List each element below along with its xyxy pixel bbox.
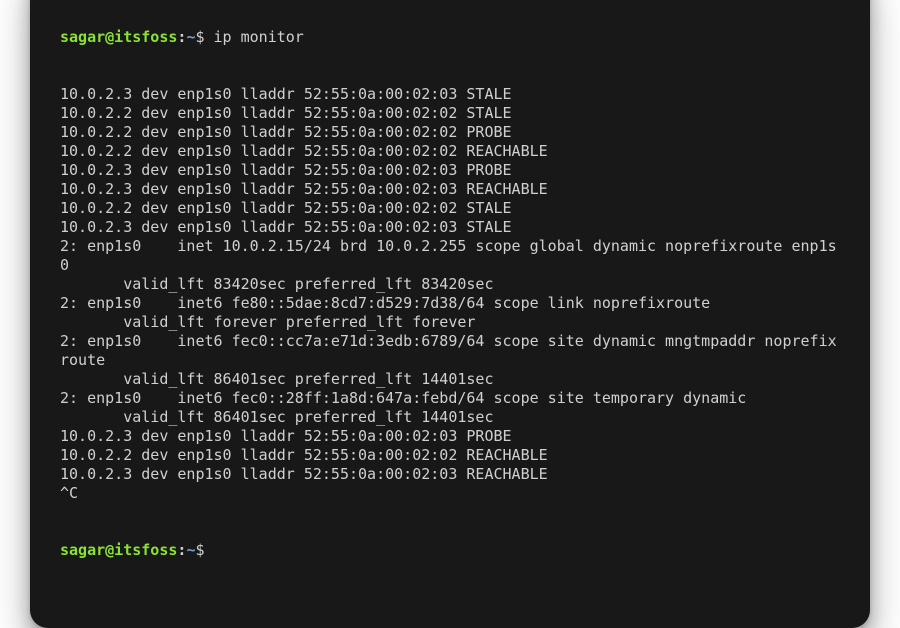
terminal-output-line: 10.0.2.3 dev enp1s0 lladdr 52:55:0a:00:0… xyxy=(60,85,840,104)
terminal-output-line: 2: enp1s0 inet6 fe80::5dae:8cd7:d529:7d3… xyxy=(60,294,840,313)
terminal-window[interactable]: sagar@itsfoss:~$ ip monitor 10.0.2.3 dev… xyxy=(30,0,870,628)
ready-prompt-line: sagar@itsfoss:~$ xyxy=(60,541,840,560)
command-line: sagar@itsfoss:~$ ip monitor xyxy=(60,28,840,47)
terminal-output-line: 10.0.2.3 dev enp1s0 lladdr 52:55:0a:00:0… xyxy=(60,427,840,446)
terminal-output-line: 10.0.2.3 dev enp1s0 lladdr 52:55:0a:00:0… xyxy=(60,218,840,237)
command-text: ip monitor xyxy=(214,28,304,46)
terminal-output-line: 10.0.2.2 dev enp1s0 lladdr 52:55:0a:00:0… xyxy=(60,142,840,161)
terminal-output-line: 2: enp1s0 inet6 fec0::28ff:1a8d:647a:feb… xyxy=(60,389,840,408)
prompt-dollar: $ xyxy=(195,541,204,559)
terminal-output-line: ^C xyxy=(60,484,840,503)
prompt-dollar: $ xyxy=(195,28,204,46)
terminal-output-line: valid_lft 86401sec preferred_lft 14401se… xyxy=(60,370,840,389)
terminal-output: 10.0.2.3 dev enp1s0 lladdr 52:55:0a:00:0… xyxy=(60,85,840,503)
terminal-output-line: 10.0.2.2 dev enp1s0 lladdr 52:55:0a:00:0… xyxy=(60,104,840,123)
terminal-output-line: valid_lft 86401sec preferred_lft 14401se… xyxy=(60,408,840,427)
prompt-user-host: sagar@itsfoss xyxy=(60,541,177,559)
terminal-output-line: 10.0.2.3 dev enp1s0 lladdr 52:55:0a:00:0… xyxy=(60,465,840,484)
terminal-output-line: 10.0.2.2 dev enp1s0 lladdr 52:55:0a:00:0… xyxy=(60,123,840,142)
terminal-output-line: valid_lft forever preferred_lft forever xyxy=(60,313,840,332)
terminal-output-line: 10.0.2.2 dev enp1s0 lladdr 52:55:0a:00:0… xyxy=(60,199,840,218)
terminal-output-line: 10.0.2.3 dev enp1s0 lladdr 52:55:0a:00:0… xyxy=(60,180,840,199)
terminal-output-line: valid_lft 83420sec preferred_lft 83420se… xyxy=(60,275,840,294)
terminal-output-line: 2: enp1s0 inet6 fec0::cc7a:e71d:3edb:678… xyxy=(60,332,840,370)
terminal-output-line: 2: enp1s0 inet 10.0.2.15/24 brd 10.0.2.2… xyxy=(60,237,840,275)
terminal-output-line: 10.0.2.3 dev enp1s0 lladdr 52:55:0a:00:0… xyxy=(60,161,840,180)
terminal-output-line: 10.0.2.2 dev enp1s0 lladdr 52:55:0a:00:0… xyxy=(60,446,840,465)
prompt-user-host: sagar@itsfoss xyxy=(60,28,177,46)
